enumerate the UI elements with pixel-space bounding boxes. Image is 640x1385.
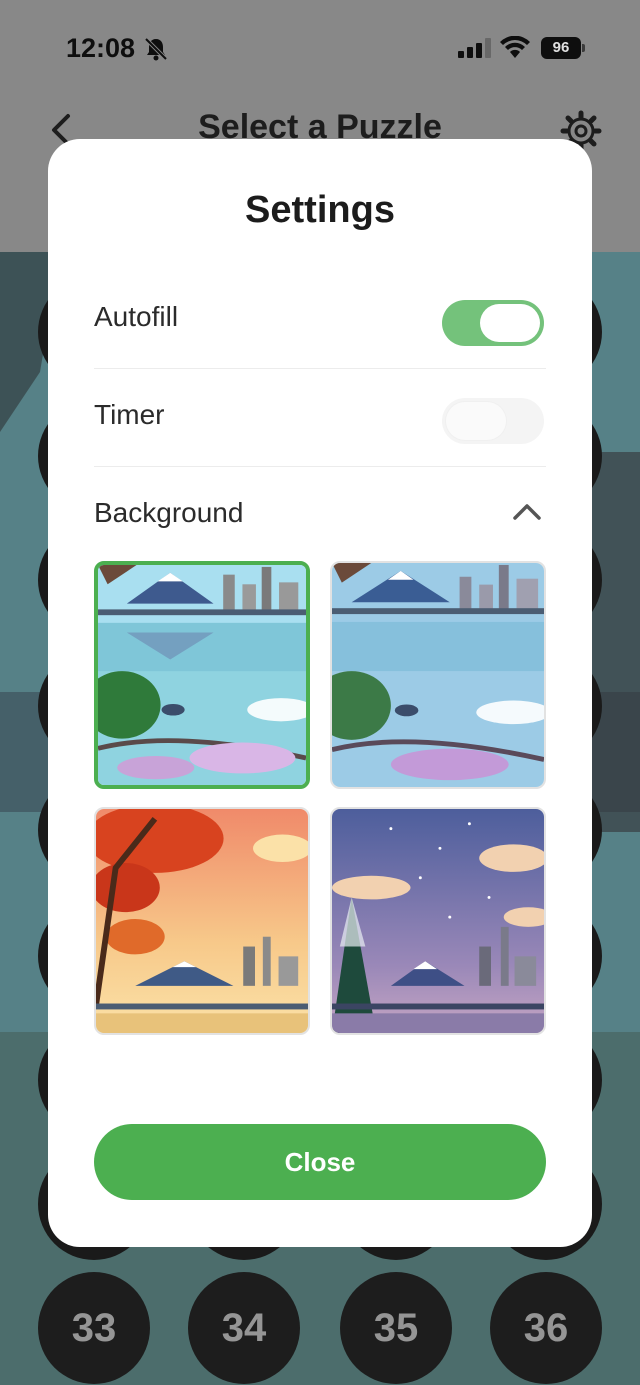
winter-night-thumbnail bbox=[332, 809, 544, 1033]
autumn-sunset-thumbnail bbox=[96, 809, 308, 1033]
spring-day-thumbnail bbox=[98, 565, 306, 785]
modal-title: Settings bbox=[245, 189, 395, 231]
background-label: Background bbox=[94, 497, 244, 528]
background-options bbox=[94, 561, 546, 1059]
close-button[interactable]: Close bbox=[94, 1124, 546, 1200]
spring-dusk-thumbnail bbox=[332, 563, 544, 787]
autofill-toggle[interactable] bbox=[442, 300, 544, 346]
timer-label: Timer bbox=[94, 399, 165, 430]
timer-toggle[interactable] bbox=[442, 398, 544, 444]
settings-modal: Settings Autofill Timer Background Close bbox=[48, 139, 592, 1247]
background-option-spring-day[interactable] bbox=[94, 561, 310, 789]
autofill-row: Autofill bbox=[94, 271, 546, 369]
chevron-up-icon[interactable] bbox=[512, 501, 542, 521]
timer-row: Timer bbox=[94, 369, 546, 467]
background-option-spring-dusk[interactable] bbox=[330, 561, 546, 789]
background-option-autumn-sunset[interactable] bbox=[94, 807, 310, 1035]
autofill-label: Autofill bbox=[94, 301, 179, 332]
background-row[interactable]: Background bbox=[94, 467, 546, 565]
background-option-winter-night[interactable] bbox=[330, 807, 546, 1035]
